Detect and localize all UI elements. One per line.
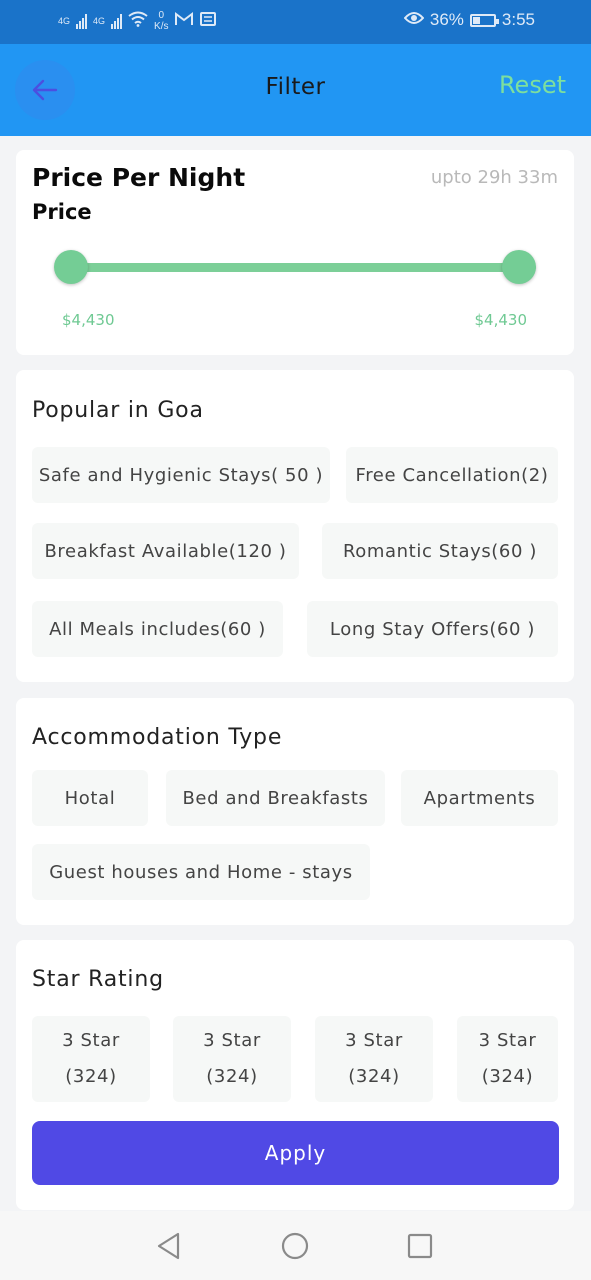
- apply-button[interactable]: Apply: [32, 1121, 559, 1185]
- gmail-icon: [174, 11, 194, 31]
- status-right: 36% 3:55: [403, 10, 535, 30]
- price-card: Price Per Night Price upto 29h 33m $4,43…: [16, 150, 574, 355]
- popular-chip-free-cancellation[interactable]: Free Cancellation(2): [346, 447, 558, 503]
- price-max-value: $4,430: [474, 311, 528, 329]
- star-chip-label: 3 Star: [62, 1030, 120, 1051]
- system-nav-bar: [0, 1211, 591, 1280]
- popular-section-title: Popular in Goa: [32, 398, 204, 423]
- battery-icon: [469, 13, 499, 27]
- back-triangle-icon[interactable]: [154, 1231, 184, 1261]
- popular-chip-long-stay[interactable]: Long Stay Offers(60 ): [307, 601, 558, 657]
- popular-chip-romantic[interactable]: Romantic Stays(60 ): [322, 523, 558, 579]
- price-label: Price: [32, 200, 92, 224]
- price-max-handle[interactable]: [502, 250, 536, 284]
- star-chip-label: 3 Star: [478, 1030, 537, 1051]
- popular-chip-all-meals[interactable]: All Meals includes(60 ): [32, 601, 283, 657]
- speed-value: 0: [158, 10, 165, 21]
- recents-square-icon[interactable]: [405, 1231, 435, 1261]
- signal-icon: [76, 13, 88, 29]
- star-chip-label: 3 Star: [203, 1030, 261, 1051]
- popular-chip-breakfast[interactable]: Breakfast Available(120 ): [32, 523, 299, 579]
- price-range-track[interactable]: [71, 263, 536, 272]
- accommodation-card: Accommodation Type Hotal Bed and Breakfa…: [16, 698, 574, 925]
- battery-percent: 36%: [429, 10, 464, 29]
- status-left: 4G 4G 0 K/s: [58, 10, 217, 32]
- star-chip-count: (324): [481, 1066, 534, 1087]
- reset-button[interactable]: Reset: [499, 71, 566, 99]
- star-chip[interactable]: 3 Star (324): [315, 1016, 433, 1102]
- home-circle-icon[interactable]: [280, 1231, 310, 1261]
- network-type-1: 4G: [58, 15, 71, 26]
- message-icon: [200, 11, 217, 31]
- speed-unit: K/s: [154, 21, 169, 32]
- star-chip-count: (324): [206, 1066, 258, 1087]
- eye-icon: [403, 10, 425, 30]
- star-chip-label: 3 Star: [345, 1030, 403, 1051]
- app-bar: Filter Reset: [0, 44, 591, 136]
- signal-icon: [111, 13, 123, 29]
- accommodation-chip-guest-houses[interactable]: Guest houses and Home - stays: [32, 844, 370, 900]
- price-min-value: $4,430: [62, 311, 115, 329]
- star-chip-count: (324): [65, 1066, 117, 1087]
- wifi-icon: [128, 11, 148, 32]
- accommodation-chip-bed-breakfast[interactable]: Bed and Breakfasts: [166, 770, 385, 826]
- popular-card: Popular in Goa Safe and Hygienic Stays( …: [16, 370, 574, 682]
- offer-timer: upto 29h 33m: [430, 167, 558, 188]
- price-section-title: Price Per Night: [32, 163, 246, 192]
- accommodation-chip-hotal[interactable]: Hotal: [32, 770, 148, 826]
- star-chip[interactable]: 3 Star (324): [173, 1016, 291, 1102]
- star-rating-card: Star Rating 3 Star (324) 3 Star (324) 3 …: [16, 940, 574, 1210]
- clock: 3:55: [501, 10, 535, 29]
- popular-chip-safe-hygienic[interactable]: Safe and Hygienic Stays( 50 ): [32, 447, 330, 503]
- network-type-2: 4G: [93, 15, 106, 26]
- accommodation-section-title: Accommodation Type: [32, 725, 283, 750]
- star-chip-count: (324): [348, 1066, 400, 1087]
- price-min-handle[interactable]: [54, 250, 88, 284]
- star-chip[interactable]: 3 Star (324): [32, 1016, 150, 1102]
- network-speed: 0 K/s: [154, 10, 168, 32]
- accommodation-chip-apartments[interactable]: Apartments: [401, 770, 558, 826]
- star-chip[interactable]: 3 Star (324): [457, 1016, 558, 1102]
- battery-fill: [472, 16, 480, 24]
- star-rating-section-title: Star Rating: [32, 967, 164, 992]
- status-bar: 4G 4G 0 K/s 36% 3:55: [0, 0, 591, 44]
